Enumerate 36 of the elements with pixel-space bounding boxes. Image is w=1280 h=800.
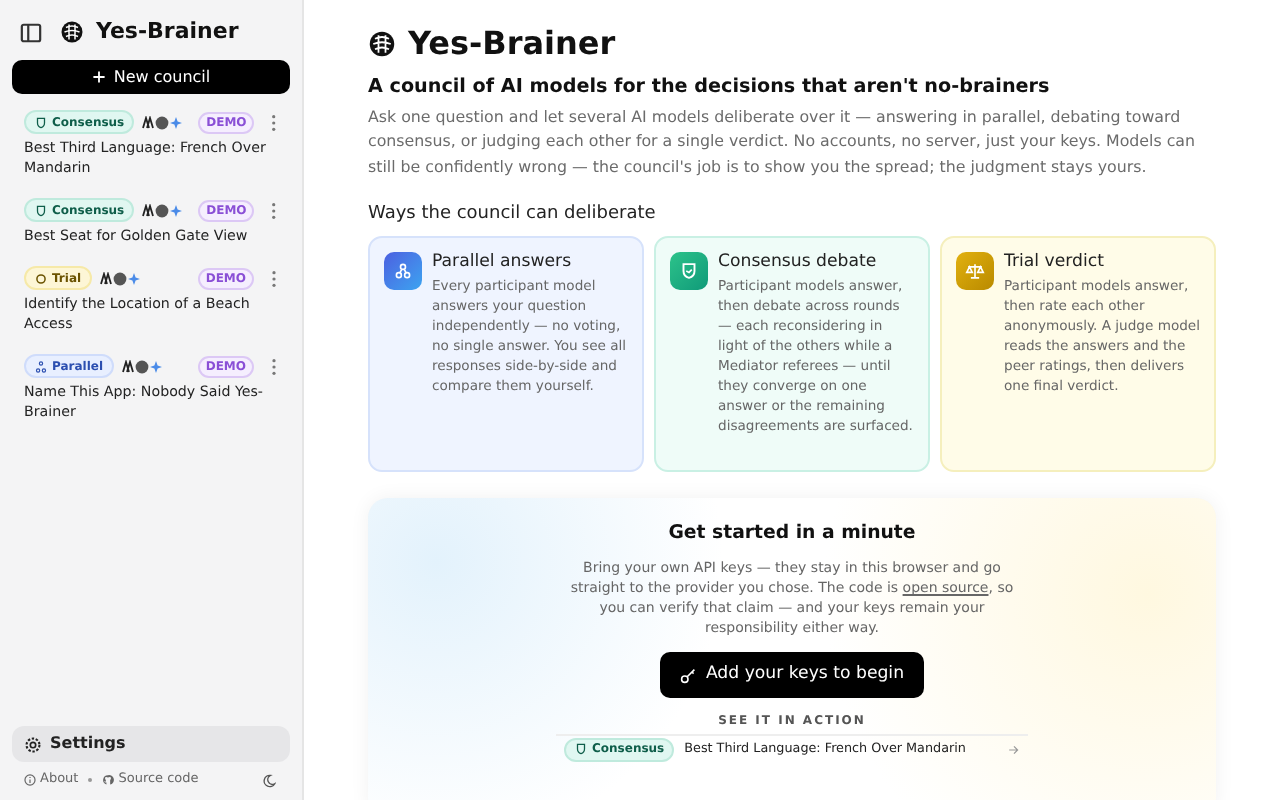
card-title: Consensus debate xyxy=(718,252,879,275)
card-title: Trial verdict xyxy=(1004,252,1106,275)
mode-icon xyxy=(34,359,48,373)
panel-heading: Get started in a minute xyxy=(668,522,916,547)
page-title: Yes-Brainer xyxy=(408,24,616,64)
arrow-icon xyxy=(1008,743,1020,756)
mode-icon xyxy=(956,252,994,291)
card-title: Parallel answers xyxy=(432,252,574,275)
logo-icon xyxy=(60,20,84,44)
sidebar-toggle-icon[interactable] xyxy=(20,21,42,43)
moon-icon[interactable] xyxy=(262,773,276,787)
model-icons xyxy=(121,359,162,373)
add-keys-button[interactable]: Add your keys to begin xyxy=(659,652,925,699)
model-icons xyxy=(99,271,140,285)
mode-icon xyxy=(34,271,48,285)
plus-icon xyxy=(91,70,106,84)
settings-button[interactable]: Settings xyxy=(12,726,290,762)
app-title: Yes-Brainer xyxy=(96,15,239,48)
settings-icon xyxy=(24,735,42,753)
section-heading: Ways the council can deliberate xyxy=(368,202,658,227)
model-icons xyxy=(142,203,183,217)
model-icons xyxy=(142,115,183,129)
info-icon xyxy=(24,774,36,786)
more-icon[interactable] xyxy=(270,357,278,375)
logo-icon xyxy=(368,30,396,58)
more-icon[interactable] xyxy=(270,201,278,219)
more-icon[interactable] xyxy=(270,269,278,287)
mode-icon xyxy=(34,115,48,129)
new-council-button[interactable]: New council xyxy=(12,60,290,94)
subtitle: A council of AI models for the decisions that aren't no-brainers xyxy=(368,74,1052,100)
more-icon[interactable] xyxy=(270,113,278,131)
mode-icon xyxy=(574,742,588,757)
mode-icon xyxy=(670,252,708,291)
mode-icon xyxy=(384,252,422,291)
mode-icon xyxy=(34,203,48,217)
key-icon xyxy=(679,667,696,684)
